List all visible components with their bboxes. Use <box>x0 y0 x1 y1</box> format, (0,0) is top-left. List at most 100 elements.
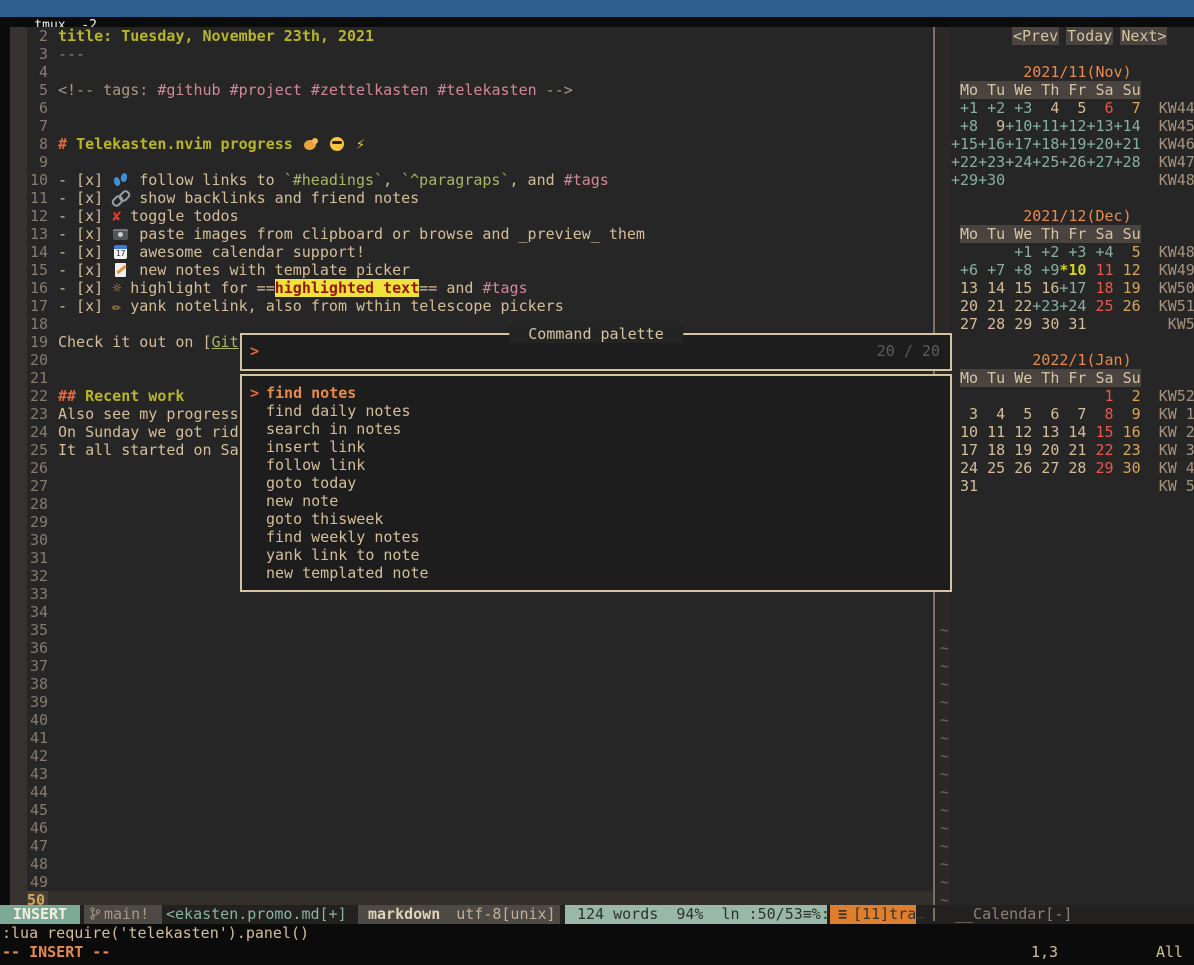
calendar-day[interactable]: +12 <box>1059 117 1086 135</box>
calendar-day[interactable]: 18 <box>1086 279 1113 297</box>
calendar-day[interactable]: 4 <box>978 405 1005 423</box>
calendar-day[interactable]: 28 <box>1059 459 1086 477</box>
command-line[interactable]: :lua require('telekasten').panel() <box>0 924 1194 943</box>
calendar-day[interactable]: 18 <box>978 441 1005 459</box>
editor-line[interactable]: 39 <box>27 693 933 711</box>
calendar-day[interactable]: +10 <box>1005 117 1032 135</box>
editor-line[interactable]: 11- [x] show backlinks and friend notes <box>27 189 933 207</box>
calendar-day[interactable]: 16 <box>1114 423 1141 441</box>
palette-item[interactable]: goto thisweek <box>242 510 950 528</box>
calendar-day[interactable]: +26 <box>1059 153 1086 171</box>
calendar-day[interactable]: 23 <box>1114 441 1141 459</box>
today-button[interactable]: Today <box>1066 27 1113 45</box>
editor-line[interactable]: 18 <box>27 315 933 333</box>
calendar-day[interactable]: 12 <box>1114 261 1141 279</box>
calendar-day[interactable]: 21 <box>978 297 1005 315</box>
calendar-day[interactable]: 19 <box>1005 441 1032 459</box>
calendar-day[interactable]: +8 <box>1005 261 1032 279</box>
palette-item[interactable]: search in notes <box>242 420 950 438</box>
editor-line[interactable]: 34 <box>27 603 933 621</box>
calendar-day[interactable]: +4 <box>1086 243 1113 261</box>
calendar-day[interactable]: 27 <box>951 315 978 333</box>
calendar-day[interactable]: +25 <box>1032 153 1059 171</box>
editor-line[interactable]: 7 <box>27 117 933 135</box>
editor-line[interactable]: 8# Telekasten.nvim progress ⚡ <box>27 135 933 153</box>
calendar-day[interactable]: 17 <box>951 441 978 459</box>
editor-line[interactable]: 38 <box>27 675 933 693</box>
editor-line[interactable]: 37 <box>27 657 933 675</box>
tabs-segment[interactable]: ≡[11]tra… <box>830 905 916 924</box>
calendar-day[interactable]: 7 <box>1059 405 1086 423</box>
calendar-day[interactable]: 30 <box>1114 459 1141 477</box>
calendar-day[interactable]: 29 <box>1005 315 1032 333</box>
editor-line[interactable]: 16- [x] ☼ highlight for ==highlighted te… <box>27 279 933 297</box>
calendar-day[interactable]: *10 <box>1059 261 1086 279</box>
calendar-day[interactable]: +27 <box>1086 153 1113 171</box>
calendar-day[interactable]: +22 <box>951 153 978 171</box>
calendar-statusline[interactable]: __Calendar[-] <box>955 905 1072 924</box>
palette-item[interactable]: new templated note <box>242 564 950 582</box>
palette-item[interactable]: >find notes <box>242 384 950 402</box>
calendar-day[interactable]: +6 <box>951 261 978 279</box>
calendar-day[interactable]: +3 <box>1005 99 1032 117</box>
calendar-day[interactable]: 20 <box>1032 441 1059 459</box>
editor-line[interactable]: 36 <box>27 639 933 657</box>
git-branch-segment[interactable]: main! <box>84 905 162 924</box>
calendar-day[interactable]: 10 <box>951 423 978 441</box>
calendar-day[interactable]: 28 <box>978 315 1005 333</box>
calendar-day[interactable]: +23 <box>978 153 1005 171</box>
calendar-day[interactable]: 2 <box>1114 387 1141 405</box>
calendar-day[interactable]: 29 <box>1086 459 1113 477</box>
editor-line[interactable]: 2title: Tuesday, November 23th, 2021 <box>27 27 933 45</box>
editor-line[interactable]: 35 <box>27 621 933 639</box>
calendar-day[interactable]: +24 <box>1059 297 1086 315</box>
palette-item[interactable]: insert link <box>242 438 950 456</box>
palette-item[interactable]: find weekly notes <box>242 528 950 546</box>
calendar-day[interactable]: 7 <box>1114 99 1141 117</box>
editor-line[interactable]: 10- [x] follow links to `#headings`, `^p… <box>27 171 933 189</box>
palette-item[interactable]: yank link to note <box>242 546 950 564</box>
calendar-day[interactable]: 27 <box>1032 459 1059 477</box>
editor-line[interactable]: 14- [x] awesome calendar support! <box>27 243 933 261</box>
calendar-day[interactable]: +11 <box>1032 117 1059 135</box>
editor-line[interactable]: 12- [x] ✘ toggle todos <box>27 207 933 225</box>
editor-line[interactable]: 43 <box>27 765 933 783</box>
next-button[interactable]: Next> <box>1120 27 1167 45</box>
calendar-day[interactable]: 31 <box>951 477 978 495</box>
palette-prompt-box[interactable]: Command palette > 20 / 20 <box>240 333 952 371</box>
calendar-day[interactable]: +20 <box>1086 135 1113 153</box>
palette-item[interactable]: find daily notes <box>242 402 950 420</box>
calendar-day[interactable]: +17 <box>1005 135 1032 153</box>
calendar-day[interactable]: 19 <box>1114 279 1141 297</box>
calendar-day[interactable]: +2 <box>978 99 1005 117</box>
calendar-day[interactable]: 9 <box>978 117 1005 135</box>
editor-line[interactable]: 15- [x] new notes with template picker <box>27 261 933 279</box>
calendar-day[interactable]: +21 <box>1114 135 1141 153</box>
calendar-day[interactable]: 6 <box>1086 99 1113 117</box>
editor-line[interactable]: 6 <box>27 99 933 117</box>
calendar-day[interactable]: +23 <box>1032 297 1059 315</box>
calendar-day[interactable]: +13 <box>1086 117 1113 135</box>
calendar-day[interactable]: 13 <box>1032 423 1059 441</box>
calendar-day[interactable]: 24 <box>951 459 978 477</box>
calendar-day[interactable]: 14 <box>978 279 1005 297</box>
calendar-day[interactable]: 13 <box>951 279 978 297</box>
palette-item[interactable]: goto today <box>242 474 950 492</box>
calendar-day[interactable]: +3 <box>1059 243 1086 261</box>
calendar-day[interactable]: +30 <box>978 171 1005 189</box>
calendar-day[interactable]: 5 <box>1114 243 1141 261</box>
calendar-day[interactable]: 6 <box>1032 405 1059 423</box>
prev-button[interactable]: <Prev <box>1012 27 1059 45</box>
editor-line[interactable]: 3--- <box>27 45 933 63</box>
calendar-day[interactable]: +29 <box>951 171 978 189</box>
calendar-day[interactable]: +7 <box>978 261 1005 279</box>
calendar-day[interactable]: +9 <box>1032 261 1059 279</box>
calendar-day[interactable]: 26 <box>1114 297 1141 315</box>
editor-line[interactable]: 45 <box>27 801 933 819</box>
calendar-day[interactable]: 31 <box>1059 315 1086 333</box>
calendar-day[interactable]: +1 <box>951 99 978 117</box>
palette-item[interactable]: follow link <box>242 456 950 474</box>
editor-line[interactable]: 42 <box>27 747 933 765</box>
editor-line[interactable]: 40 <box>27 711 933 729</box>
editor-line[interactable]: 5<!-- tags: #github #project #zettelkast… <box>27 81 933 99</box>
